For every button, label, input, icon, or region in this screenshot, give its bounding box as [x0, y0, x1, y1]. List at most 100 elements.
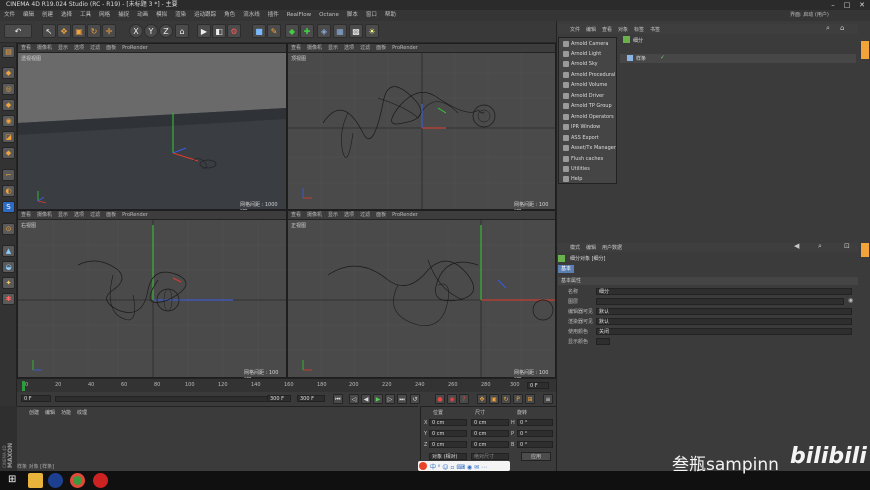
key-scale-icon[interactable]: ▣: [489, 394, 499, 404]
search-icon[interactable]: ⌕: [818, 242, 822, 251]
viewport-perspective[interactable]: 查看 摄像机 显示 选项 过滤 面板 ProRender 透视视图 网格间距 : 1000 …: [17, 43, 287, 214]
menu-item-arnold-tp-group[interactable]: Arnold TP Group: [561, 101, 616, 111]
size-x-field[interactable]: 0 cm: [471, 419, 509, 426]
vp-menu-cameras[interactable]: 摄像机: [304, 211, 325, 220]
render-visible-select[interactable]: 默认: [596, 318, 852, 325]
windows-start-icon[interactable]: ⊞: [8, 475, 16, 485]
vp-menu-display[interactable]: 显示: [55, 211, 71, 220]
menu-edit[interactable]: 编辑: [19, 10, 38, 21]
om-menu-view[interactable]: 查看: [602, 26, 612, 33]
vp-menu-options[interactable]: 选项: [71, 44, 87, 53]
file-explorer-icon[interactable]: [28, 473, 43, 488]
menu-character[interactable]: 角色: [220, 10, 239, 21]
layer-picker-icon[interactable]: ◉: [848, 297, 853, 305]
prev-key-icon[interactable]: ◁: [349, 394, 359, 404]
om-menu-edit[interactable]: 编辑: [586, 26, 596, 33]
position-y-field[interactable]: 0 cm: [429, 430, 467, 437]
chrome-icon[interactable]: [70, 473, 85, 488]
attr-menu-mode[interactable]: 模式: [570, 244, 580, 251]
undo-icon[interactable]: ↶: [4, 24, 32, 38]
deformer-icon[interactable]: ◈: [317, 24, 331, 38]
visibility-check-icon[interactable]: ✓: [660, 54, 665, 61]
vp-menu-filter[interactable]: 过滤: [87, 44, 103, 53]
om-side-tab[interactable]: [861, 41, 869, 59]
x-axis-lock[interactable]: X: [129, 24, 143, 38]
key-rotation-icon[interactable]: ↻: [501, 394, 511, 404]
octane-render-icon[interactable]: ✱: [2, 293, 15, 305]
object-row[interactable]: 细分: [620, 36, 856, 45]
menu-octane[interactable]: Octane: [315, 10, 343, 21]
go-to-start-icon[interactable]: ⏮: [333, 394, 343, 404]
polygons-mode-icon[interactable]: ◆: [2, 147, 15, 159]
vp-menu-prorender[interactable]: ProRender: [389, 44, 421, 53]
preview-range-slider[interactable]: [55, 396, 289, 402]
vp-menu-cameras[interactable]: 摄像机: [34, 211, 55, 220]
workplane-icon[interactable]: ◆: [2, 99, 15, 111]
menu-mesh[interactable]: 网格: [95, 10, 114, 21]
maximize-icon[interactable]: □: [840, 0, 854, 10]
back-arrow-icon[interactable]: ◀: [794, 242, 799, 250]
size-mode-select[interactable]: 绝对尺寸: [471, 453, 509, 460]
viewport-front[interactable]: 查看摄像机显示选项过滤面板ProRender 正视图 网格间距 : 100 cm: [287, 210, 556, 382]
timeline-ruler[interactable]: 0 20 40 60 80 100 120 140 160 180 200 22…: [17, 378, 556, 392]
next-frame-icon[interactable]: ▷: [385, 394, 395, 404]
ime-controls-icon[interactable]: 中 ⁰ ☺ ▫ ⌨ ◉ ✉ ⋯: [430, 462, 487, 471]
apply-button[interactable]: 应用: [521, 452, 551, 461]
octane-light-icon[interactable]: ✦: [2, 277, 15, 289]
keyframe-selection-icon[interactable]: ?: [459, 394, 469, 404]
vp-menu-view[interactable]: 查看: [288, 44, 304, 53]
floor-icon[interactable]: ▦: [333, 24, 347, 38]
menu-pipeline[interactable]: 流水线: [239, 10, 264, 21]
points-mode-icon[interactable]: ◉: [2, 115, 15, 127]
lock-icon[interactable]: ⊡: [844, 242, 850, 250]
array-icon[interactable]: ✚: [300, 24, 314, 38]
menu-item-utilities[interactable]: Utilities: [561, 164, 616, 174]
octane-icon[interactable]: ▲: [2, 245, 15, 257]
menu-item-ipr-window[interactable]: IPR Window: [561, 122, 616, 132]
z-axis-lock[interactable]: Z: [159, 24, 173, 38]
autokey-icon[interactable]: ◉: [447, 394, 457, 404]
move-icon[interactable]: ✥: [57, 24, 71, 38]
object-name[interactable]: 样条: [636, 55, 646, 62]
menu-item-arnold-volume[interactable]: Arnold Volume: [561, 80, 616, 90]
vp-menu-view[interactable]: 查看: [288, 211, 304, 220]
recorder-icon[interactable]: [93, 473, 108, 488]
menu-animate[interactable]: 动画: [133, 10, 152, 21]
model-mode-icon[interactable]: ◆: [2, 67, 15, 79]
menu-item-arnold-operators[interactable]: Arnold Operators: [561, 112, 616, 122]
vp-menu-display[interactable]: 显示: [325, 211, 341, 220]
cinema4d-app-icon[interactable]: [48, 473, 63, 488]
menu-item-arnold-procedural[interactable]: Arnold Procedural: [561, 70, 616, 80]
ime-toolbar[interactable]: 中 ⁰ ☺ ▫ ⌨ ◉ ✉ ⋯: [418, 461, 510, 471]
menu-item-arnold-sky[interactable]: Arnold Sky: [561, 59, 616, 69]
texture-mode-icon[interactable]: ◎: [2, 83, 15, 95]
size-z-field[interactable]: 0 cm: [471, 441, 509, 448]
key-pla-icon[interactable]: ⊞: [525, 394, 535, 404]
current-frame-field[interactable]: 0 F: [527, 382, 549, 389]
mat-menu-edit[interactable]: 编辑: [45, 409, 55, 416]
close-icon[interactable]: ✕: [855, 0, 869, 10]
y-axis-lock[interactable]: Y: [144, 24, 158, 38]
viewport-right[interactable]: 查看摄像机显示选项过滤面板ProRender 右视图 网格间距 : 100 cm: [17, 210, 287, 382]
timeline-window-icon[interactable]: ≡: [543, 394, 553, 404]
vp-menu-cameras[interactable]: 摄像机: [34, 44, 55, 53]
menu-plugins[interactable]: 插件: [264, 10, 283, 21]
menu-render[interactable]: 渲染: [171, 10, 190, 21]
vp-menu-view[interactable]: 查看: [18, 44, 34, 53]
vp-menu-options[interactable]: 选项: [341, 211, 357, 220]
menu-create[interactable]: 创建: [38, 10, 57, 21]
scale-icon[interactable]: ▣: [72, 24, 86, 38]
object-name[interactable]: 细分: [633, 37, 643, 44]
mat-menu-texture[interactable]: 纹理: [77, 409, 87, 416]
menu-tools[interactable]: 工具: [76, 10, 95, 21]
key-param-icon[interactable]: P: [513, 394, 523, 404]
world-coords-icon[interactable]: ⌂: [175, 24, 189, 38]
start-frame-field[interactable]: 0 F: [21, 395, 51, 402]
mat-menu-create[interactable]: 创建: [29, 409, 39, 416]
size-y-field[interactable]: 0 cm: [471, 430, 509, 437]
subdivision-icon[interactable]: ◆: [285, 24, 299, 38]
menu-motion-tracking[interactable]: 运动跟踪: [190, 10, 220, 21]
menu-item-arnold-light[interactable]: Arnold Light: [561, 49, 616, 59]
vp-menu-display[interactable]: 显示: [325, 44, 341, 53]
vp-menu-cameras[interactable]: 摄像机: [304, 44, 325, 53]
